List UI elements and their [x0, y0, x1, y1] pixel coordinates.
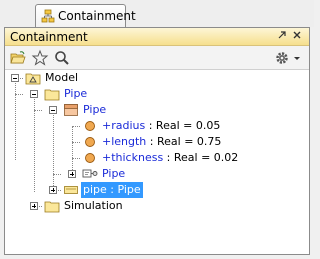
tab-label: Containment	[58, 9, 136, 23]
tab-strip: Containment	[0, 0, 314, 27]
model-icon	[25, 70, 41, 86]
close-icon[interactable]	[291, 30, 303, 42]
tree-item-label: Simulation	[64, 199, 123, 212]
expand-toggle-pipe-instance[interactable]	[49, 186, 57, 194]
property-icon	[82, 134, 98, 150]
search-icon[interactable]	[53, 49, 71, 67]
property-name: +length	[102, 135, 147, 148]
property-icon	[82, 118, 98, 134]
containment-tree-icon	[41, 9, 55, 26]
property-type-value: : Real = 0.05	[145, 119, 221, 132]
package-icon	[44, 86, 60, 102]
expand-toggle-simulation[interactable]	[30, 202, 38, 210]
expand-toggle-pipe-diagram[interactable]	[68, 170, 76, 178]
collapse-toggle-model[interactable]	[11, 74, 19, 82]
panel-title: Containment	[10, 30, 88, 44]
tree-item-label: Model	[45, 71, 79, 84]
package-icon	[44, 198, 60, 214]
undock-icon[interactable]	[276, 30, 288, 42]
gear-icon[interactable]	[273, 49, 291, 67]
chevron-down-icon[interactable]	[292, 49, 302, 67]
containment-tree: Model Pipe Pipe +radius : Real = 0.05 +l…	[5, 70, 309, 254]
collapse-toggle-pipe-package[interactable]	[30, 90, 38, 98]
tree-item-label: Pipe	[64, 87, 88, 100]
block-icon	[63, 102, 79, 118]
containment-panel: Containment Model Pipe Pipe +radius: Re…	[4, 27, 310, 255]
star-icon[interactable]	[31, 49, 49, 67]
property-icon	[82, 150, 98, 166]
property-type-value: : Real = 0.75	[146, 135, 222, 148]
collapse-toggle-pipe-block[interactable]	[49, 106, 57, 114]
property-name: +thickness	[102, 151, 164, 164]
diagram-icon	[82, 166, 98, 182]
tab-containment[interactable]: Containment	[35, 4, 136, 27]
tree-item-label: pipe : Pipe	[81, 182, 143, 198]
open-folder-icon[interactable]	[9, 49, 27, 67]
tree-item-label: Pipe	[83, 103, 107, 116]
instance-icon	[63, 182, 79, 198]
property-name: +radius	[102, 119, 146, 132]
toolbar	[5, 46, 309, 70]
tree-item-label: Pipe	[102, 167, 126, 180]
property-type-value: : Real = 0.02	[163, 151, 239, 164]
panel-title-bar: Containment	[5, 28, 309, 46]
